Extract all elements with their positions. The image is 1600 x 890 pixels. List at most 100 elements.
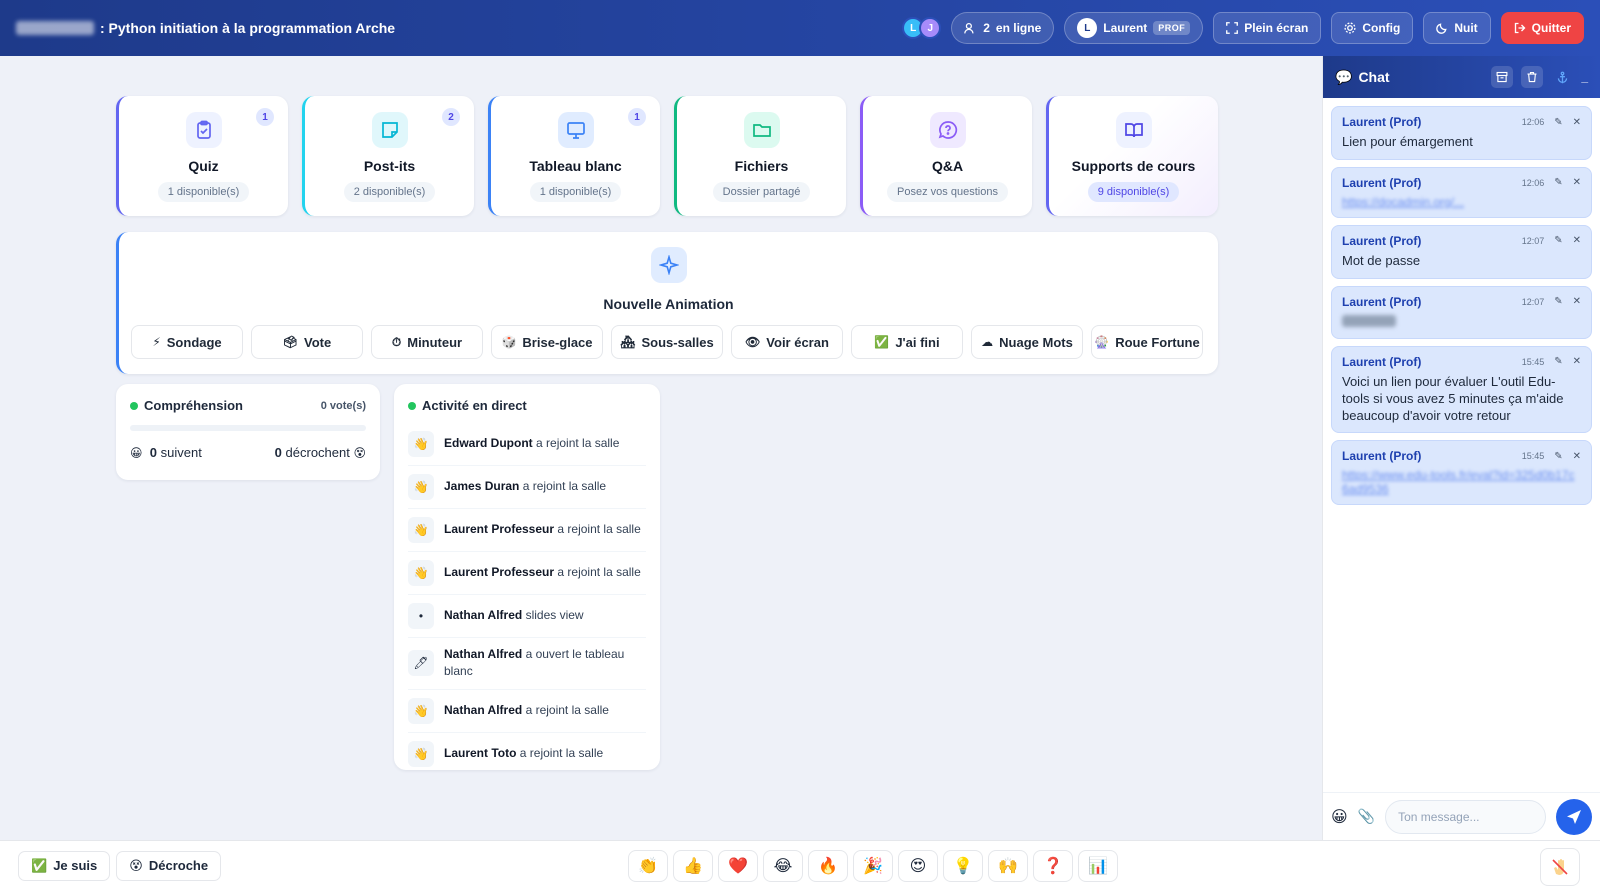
edit-icon[interactable]: ✎ — [1554, 235, 1562, 246]
attachment-icon[interactable]: 📎 — [1358, 808, 1375, 825]
card-quiz[interactable]: 1 Quiz 1 disponible(s) — [116, 96, 288, 216]
question-bubble-icon — [929, 112, 966, 148]
users-icon — [964, 22, 974, 33]
message-link[interactable]: https://www.edu-tools.fr/eval?id=325d0b1… — [1342, 468, 1581, 496]
book-open-icon — [1115, 112, 1152, 148]
reaction-heart-button[interactable]: ❤️ — [718, 850, 758, 882]
message-input[interactable]: Ton message... — [1385, 799, 1546, 834]
edit-icon[interactable]: ✎ — [1554, 117, 1562, 128]
archive-button[interactable] — [1491, 66, 1514, 88]
archive-icon — [1496, 71, 1508, 83]
word-cloud-button[interactable]: ☁ Nuage Mots — [971, 325, 1083, 359]
comprehension-bar — [130, 425, 366, 431]
dock-button[interactable] — [1551, 66, 1573, 88]
list-item: 👋 Laurent Toto a rejoint la salle — [408, 733, 646, 775]
message-author: Laurent (Prof) — [1342, 115, 1422, 129]
drop-count: 0 — [274, 445, 282, 460]
close-icon[interactable]: ✕ — [1573, 296, 1581, 307]
reaction-chart-button[interactable]: 📊 — [1078, 850, 1118, 882]
send-button[interactable] — [1556, 798, 1592, 835]
quit-button[interactable]: Quitter — [1500, 12, 1584, 44]
tool-cards: 1 Quiz 1 disponible(s) 2 Post-its 2 disp… — [116, 96, 1218, 216]
done-button[interactable]: ✅ J'ai fini — [851, 325, 963, 359]
comprehension-title: Compréhension — [144, 398, 243, 413]
edit-icon[interactable]: ✎ — [1554, 356, 1562, 367]
activity-action: a rejoint la salle — [522, 479, 607, 494]
chat-message: Laurent (Prof) 12:07 ✎ ✕ Mot de passe — [1331, 224, 1592, 279]
emoji-picker-icon[interactable]: 😀 — [1331, 807, 1348, 827]
activity-action: a rejoint la salle — [557, 522, 641, 537]
check-box-icon: ✅ — [874, 335, 890, 349]
activity-action: a rejoint la salle — [557, 565, 641, 580]
card-whiteboard[interactable]: 1 Tableau blanc 1 disponible(s) — [488, 96, 660, 216]
card-title: Tableau blanc — [529, 158, 622, 174]
card-title: Q&A — [931, 158, 964, 174]
chat-message: Laurent (Prof) 15:45 ✎ ✕ https://www.edu-to… — [1331, 440, 1592, 506]
close-icon[interactable]: ✕ — [1573, 451, 1581, 462]
close-icon[interactable]: ✕ — [1573, 356, 1581, 367]
lower-hands-button[interactable] — [1540, 848, 1580, 886]
reaction-clap-button[interactable]: 👏 — [628, 850, 668, 882]
fullscreen-label: Plein écran — [1244, 21, 1309, 35]
follow-count: 0 — [149, 445, 157, 460]
activity-user: Edward Dupont — [444, 436, 533, 451]
card-files[interactable]: Fichiers Dossier partagé — [674, 96, 846, 216]
reaction-bar: 👏 👍 ❤️ 😂 🔥 🎉 😍 💡 🙌 ❓ 📊 — [628, 850, 1118, 882]
close-icon[interactable]: ✕ — [1573, 177, 1581, 188]
user-menu-button[interactable]: L Laurent PROF — [1064, 12, 1204, 44]
reaction-party-button[interactable]: 🎉 — [853, 850, 893, 882]
reaction-fire-button[interactable]: 🔥 — [808, 850, 848, 882]
button-label: Vote — [304, 334, 332, 350]
new-animation-panel: Nouvelle Animation ⚡ Sondage 🗳 Vote ⏱ Minut… — [116, 232, 1218, 374]
card-qa[interactable]: Q&A Posez vos questions — [860, 96, 1032, 216]
dizzy-face-icon: 😵 — [129, 857, 143, 873]
reaction-love-eyes-button[interactable]: 😍 — [898, 850, 938, 882]
activity-user: Nathan Alfred — [444, 703, 523, 718]
send-icon — [1567, 809, 1581, 824]
chat-title: Chat — [1358, 69, 1390, 85]
minimize-button[interactable]: _ — [1581, 70, 1588, 84]
decroche-button[interactable]: 😵 Décroche — [116, 850, 222, 881]
drop-label: décrochent — [285, 445, 350, 460]
edit-icon[interactable]: ✎ — [1554, 296, 1562, 307]
close-icon[interactable]: ✕ — [1573, 235, 1581, 246]
edit-icon[interactable]: ✎ — [1554, 177, 1562, 188]
night-mode-button[interactable]: Nuit — [1423, 12, 1491, 44]
fullscreen-button[interactable]: Plein écran — [1213, 12, 1322, 44]
wheel-of-fortune-button[interactable]: 🎡 Roue Fortune — [1091, 325, 1203, 359]
clear-chat-button[interactable] — [1521, 66, 1544, 88]
reaction-thumbs-up-button[interactable]: 👍 — [673, 850, 713, 882]
poll-button[interactable]: ⚡ Sondage — [131, 325, 243, 359]
online-users-button[interactable]: 2 en ligne — [951, 12, 1055, 44]
card-course-materials[interactable]: Supports de cours 9 disponible(s) — [1046, 96, 1218, 216]
card-subtitle: 2 disponible(s) — [343, 182, 436, 202]
reaction-laugh-button[interactable]: 😂 — [763, 850, 803, 882]
badge-count: 1 — [628, 108, 646, 126]
reaction-idea-button[interactable]: 💡 — [943, 850, 983, 882]
view-screen-button[interactable]: 👁 Voir écran — [731, 325, 843, 359]
activity-user: Laurent Professeur — [444, 565, 555, 580]
button-label: Nuage Mots — [999, 334, 1073, 350]
vote-count: 0 vote(s) — [320, 399, 366, 412]
card-postits[interactable]: 2 Post-its 2 disponible(s) — [302, 96, 474, 216]
edit-icon[interactable]: ✎ — [1554, 451, 1562, 462]
card-title: Quiz — [188, 158, 219, 174]
breakout-rooms-button[interactable]: 🏘 Sous-salles — [611, 325, 723, 359]
dice-icon: 🎲 — [501, 335, 517, 349]
pen-icon: 🖊 — [408, 650, 434, 677]
message-author: Laurent (Prof) — [1342, 175, 1422, 190]
message-link[interactable]: https://docadmin.org/... — [1342, 195, 1581, 209]
icebreaker-button[interactable]: 🎲 Brise-glace — [491, 325, 603, 359]
live-dot — [408, 401, 416, 410]
je-suis-button[interactable]: ✅ Je suis — [18, 850, 111, 881]
vote-button[interactable]: 🗳 Vote — [251, 325, 363, 359]
anchor-icon — [1557, 71, 1568, 83]
close-icon[interactable]: ✕ — [1573, 117, 1581, 128]
top-bar: : Python initiation à la programmation A… — [0, 0, 1600, 56]
timer-button[interactable]: ⏱ Minuteur — [371, 325, 483, 359]
reaction-question-button[interactable]: ❓ — [1033, 850, 1073, 882]
monitor-icon — [557, 112, 594, 148]
reaction-raised-hands-button[interactable]: 🙌 — [988, 850, 1028, 882]
card-subtitle: 1 disponible(s) — [529, 182, 622, 202]
config-button[interactable]: Config — [1331, 12, 1414, 44]
